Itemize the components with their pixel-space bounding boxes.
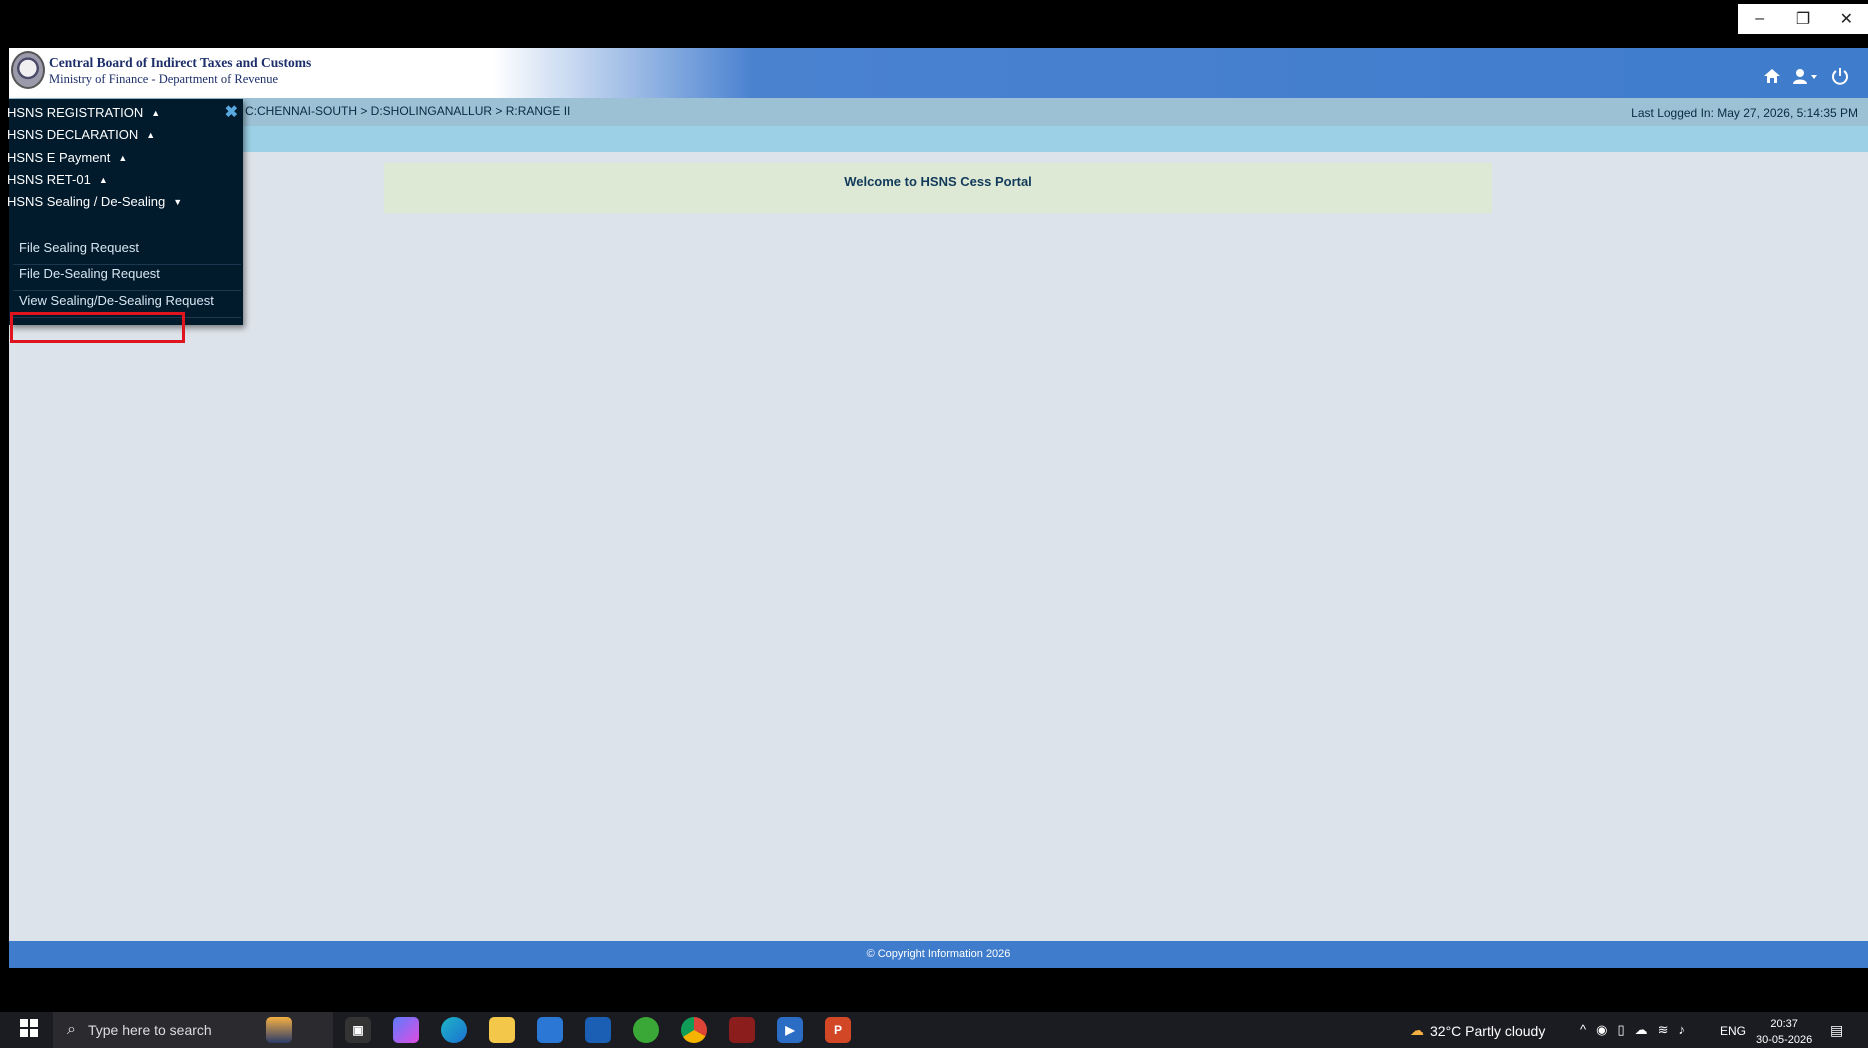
sidebar-menu: ✖ HSNS REGISTRATION ▲ HSNS DECLARATION ▲…	[7, 99, 243, 343]
menu-hsns-e-payment[interactable]: HSNS E Payment ▲	[7, 150, 127, 165]
page-footer: © Copyright Information 2026	[9, 941, 1868, 968]
copilot-icon[interactable]	[393, 1017, 419, 1043]
portal-header: Central Board of Indirect Taxes and Cust…	[9, 48, 1868, 98]
last-login-text: Last Logged In: May 27, 2026, 5:14:35 PM	[1631, 106, 1858, 120]
selection-highlight-box	[10, 312, 185, 343]
menu-hsns-ret-01[interactable]: HSNS RET-01 ▲	[7, 172, 108, 187]
divider	[13, 264, 241, 265]
caret-up-icon: ▲	[146, 129, 156, 140]
record-icon[interactable]: ◉	[1596, 1022, 1607, 1038]
home-icon[interactable]	[1761, 65, 1783, 87]
weather-text: 32°C Partly cloudy	[1430, 1022, 1546, 1039]
outlook-icon[interactable]	[585, 1017, 611, 1043]
chevron-up-icon[interactable]: ^	[1580, 1022, 1586, 1038]
search-icon: ⌕	[67, 1021, 76, 1038]
media-player-icon[interactable]: ▶	[777, 1017, 803, 1043]
caret-up-icon: ▲	[151, 107, 161, 118]
onedrive-icon[interactable]: ☁	[1635, 1022, 1648, 1038]
power-icon[interactable]	[1829, 65, 1851, 87]
menu-label: HSNS E Payment	[7, 150, 111, 165]
welcome-banner: Welcome to HSNS Cess Portal	[384, 163, 1492, 213]
caret-up-icon: ▲	[98, 174, 108, 185]
chrome-icon[interactable]	[681, 1017, 707, 1043]
battery-icon[interactable]: ▯	[1617, 1022, 1624, 1038]
breadcrumb: C:CHENNAI-SOUTH > D:SHOLINGANALLUR > R:R…	[245, 104, 571, 118]
submenu-file-de-sealing-request[interactable]: File De-Sealing Request	[19, 266, 160, 281]
menu-hsns-sealing[interactable]: HSNS Sealing / De-Sealing ▼	[7, 194, 182, 209]
edge-browser-icon[interactable]	[441, 1017, 467, 1043]
cbic-emblem-logo	[11, 51, 45, 89]
close-window-button[interactable]: ✕	[1825, 4, 1868, 34]
org-subtitle: Ministry of Finance - Department of Reve…	[49, 72, 279, 86]
windows-start-icon[interactable]	[20, 1019, 38, 1042]
menu-label: HSNS RET-01	[7, 172, 91, 187]
restore-button[interactable]: ❐	[1781, 4, 1824, 34]
sub-header-bar	[9, 126, 1868, 152]
language-indicator[interactable]: ENG	[1720, 1024, 1746, 1038]
close-menu-icon[interactable]: ✖	[225, 102, 238, 122]
browser-page: Central Board of Indirect Taxes and Cust…	[7, 48, 1868, 968]
notification-icon[interactable]: ▤	[1830, 1022, 1843, 1039]
menu-label: HSNS REGISTRATION	[7, 105, 144, 120]
volume-icon[interactable]: ♪	[1679, 1022, 1686, 1038]
copyright-text: © Copyright Information 2026	[866, 948, 1011, 960]
window-titlebar	[0, 0, 1868, 48]
caret-down-icon: ▼	[173, 196, 183, 207]
utorrent-icon[interactable]	[633, 1017, 659, 1043]
powerpoint-icon[interactable]: P	[825, 1017, 851, 1043]
clock-time: 20:37	[1770, 1018, 1798, 1030]
system-tray-icons[interactable]: ^ ◉ ▯ ☁ ≋ ♪	[1580, 1022, 1685, 1038]
caret-up-icon: ▲	[118, 152, 128, 163]
file-explorer-icon[interactable]	[489, 1017, 515, 1043]
welcome-text: Welcome to HSNS Cess Portal	[844, 174, 1032, 189]
menu-label: HSNS DECLARATION	[7, 127, 139, 142]
clock-date: 30-05-2026	[1756, 1034, 1813, 1046]
submenu-file-sealing-request[interactable]: File Sealing Request	[19, 240, 139, 255]
wifi-icon[interactable]: ≋	[1658, 1022, 1669, 1038]
menu-label: HSNS Sealing / De-Sealing	[7, 194, 166, 209]
clock[interactable]: 20:37 30-05-2026	[1756, 1016, 1812, 1048]
microsoft-store-icon[interactable]	[537, 1017, 563, 1043]
menu-hsns-registration[interactable]: HSNS REGISTRATION ▲	[7, 105, 160, 120]
minimize-button[interactable]: –	[1738, 4, 1781, 34]
weather-icon: ☁	[1410, 1022, 1424, 1038]
divider	[13, 290, 241, 291]
org-name: Central Board of Indirect Taxes and Cust…	[49, 55, 312, 70]
menu-hsns-declaration[interactable]: HSNS DECLARATION ▲	[7, 127, 155, 142]
weather-widget-icon[interactable]	[266, 1017, 292, 1043]
window-controls: – ❐ ✕	[1738, 4, 1868, 34]
submenu-view-sealing-request[interactable]: View Sealing/De-Sealing Request	[19, 293, 214, 308]
tray-weather[interactable]: ☁ 32°C Partly cloudy	[1410, 1022, 1545, 1039]
task-view-icon[interactable]: ▣	[345, 1017, 371, 1043]
taskbar-search-placeholder: Type here to search	[87, 1022, 212, 1038]
winrar-icon[interactable]	[729, 1017, 755, 1043]
user-icon[interactable]	[1791, 65, 1821, 87]
